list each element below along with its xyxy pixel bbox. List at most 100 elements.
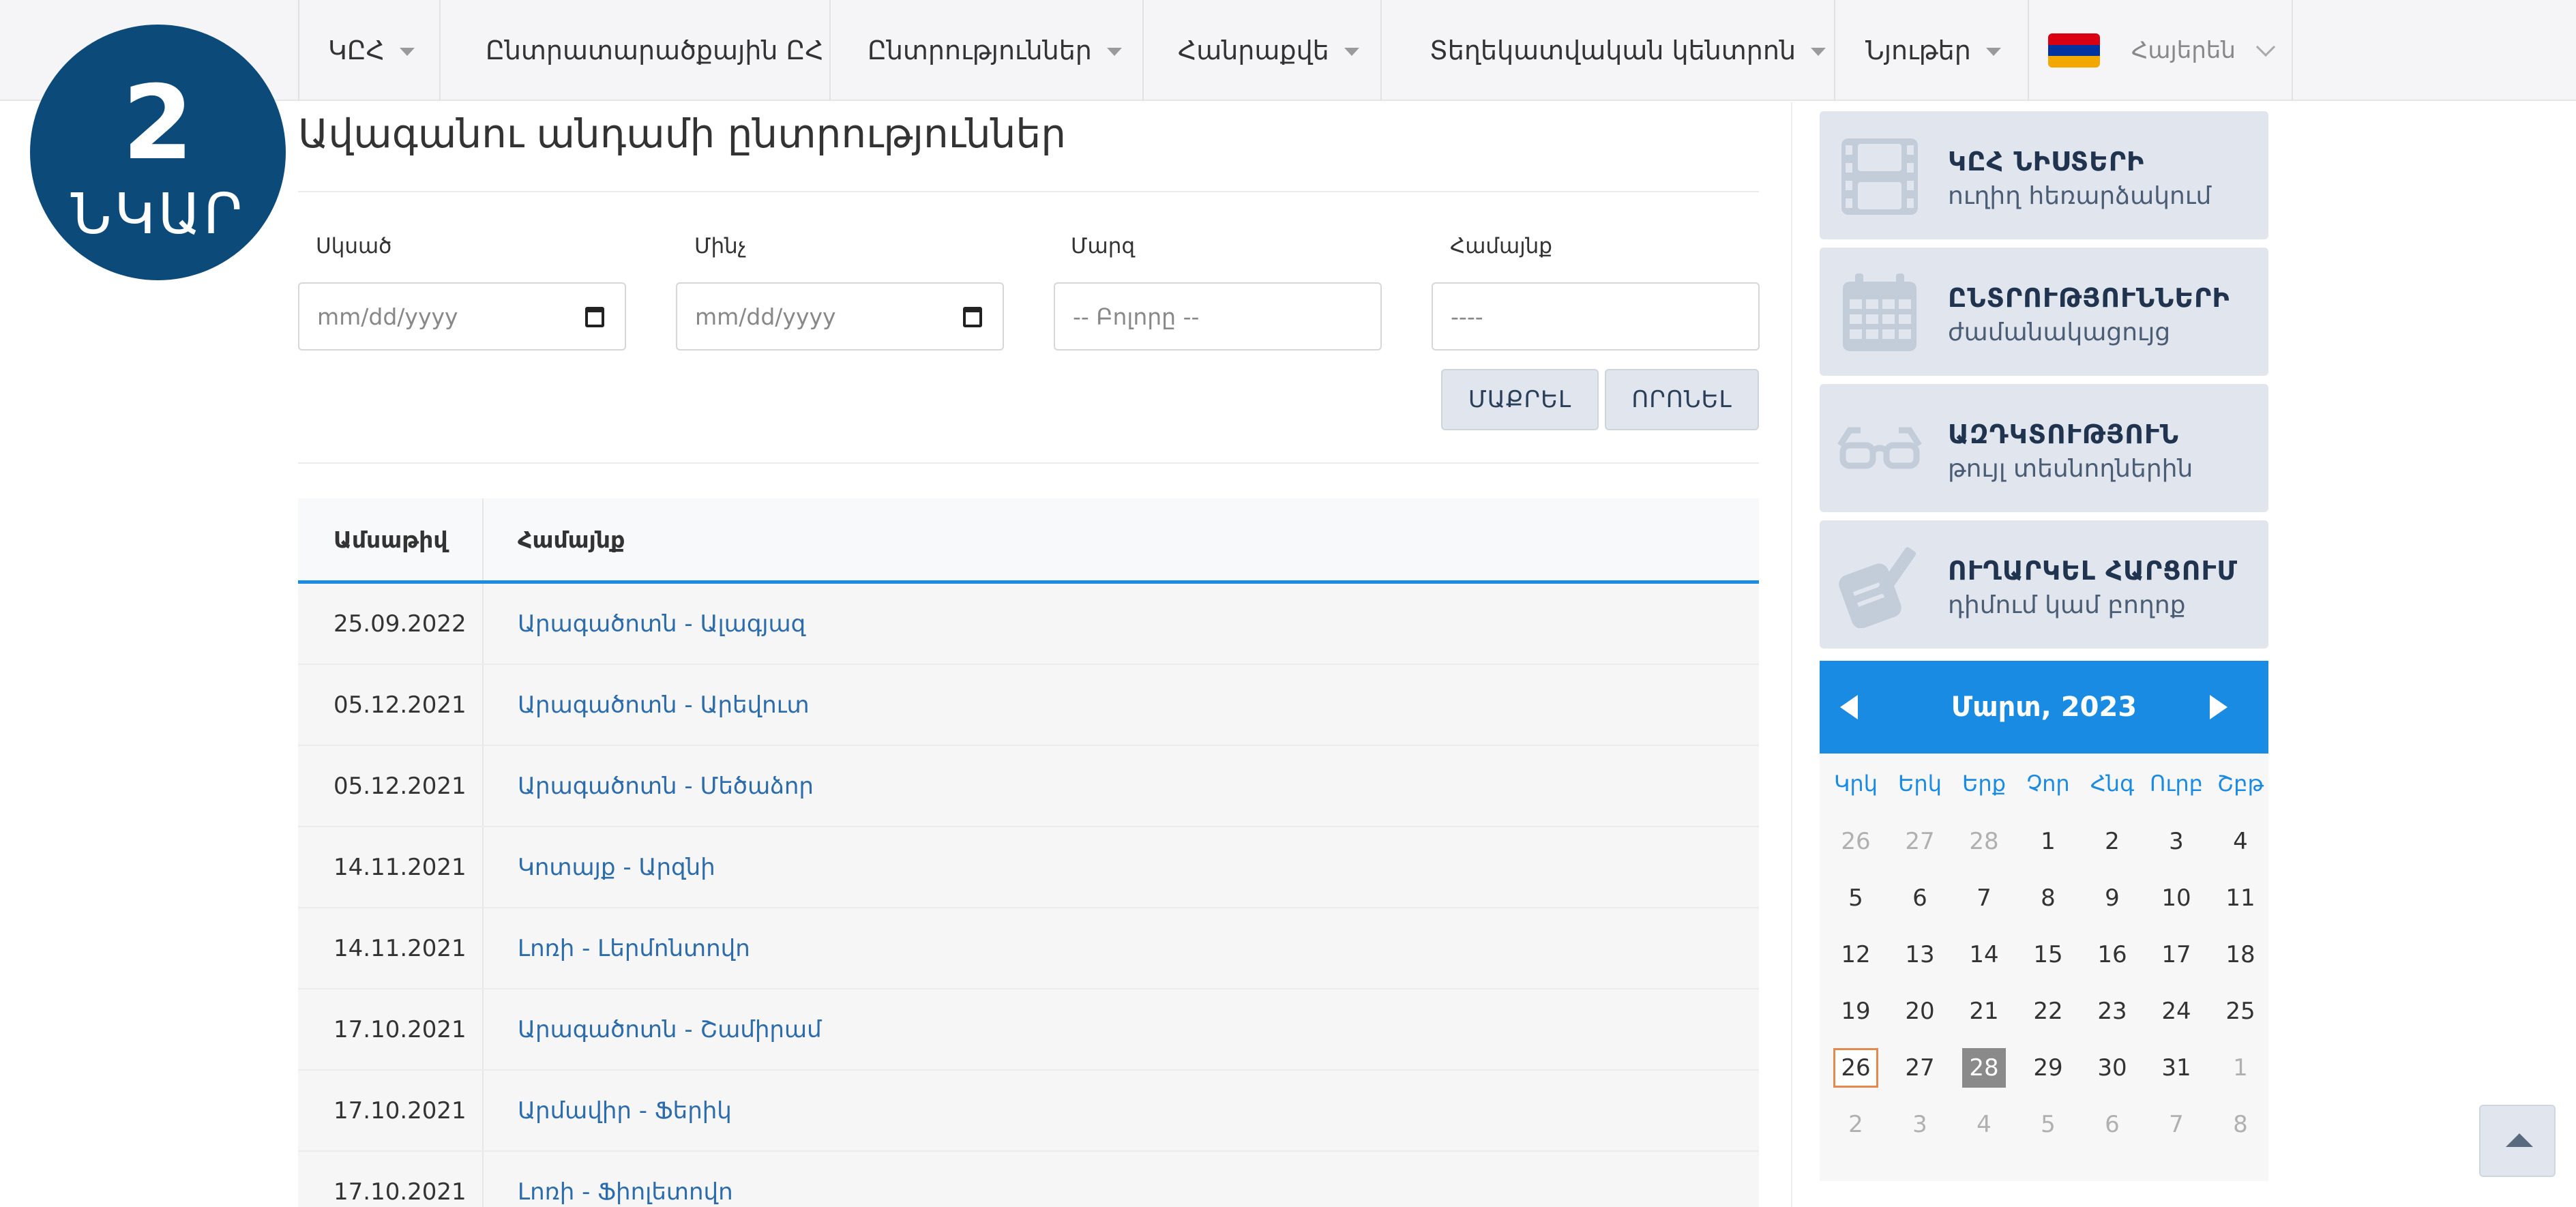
calendar-day[interactable]: 5 (1824, 869, 1888, 926)
calendar-day[interactable]: 10 (2144, 869, 2208, 926)
calendar-day[interactable]: 27 (1888, 813, 1952, 869)
next-month-icon[interactable] (2210, 695, 2227, 719)
calendar-day-label: 31 (2161, 1054, 2191, 1082)
calendar-day[interactable]: 30 (2080, 1039, 2144, 1096)
calendar-day[interactable]: 26 (1824, 813, 1888, 869)
row-date: 14.11.2021 (298, 827, 484, 907)
calendar-day[interactable]: 1 (2208, 1039, 2272, 1096)
calendar-day[interactable]: 7 (2144, 1096, 2208, 1152)
row-community-link[interactable]: Արագածոտն - Շամիրամ (484, 989, 1759, 1069)
calendar-day[interactable]: 19 (1824, 983, 1888, 1039)
calendar-day-label: 7 (1977, 884, 1992, 912)
calendar-day[interactable]: 4 (2208, 813, 2272, 869)
calendar-day[interactable]: 5 (2016, 1096, 2080, 1152)
calendar-day[interactable]: 6 (1888, 869, 1952, 926)
row-community-link[interactable]: Արագածոտն - Արեվուտ (484, 665, 1759, 745)
calendar-day[interactable]: 26 (1824, 1039, 1888, 1096)
calendar-day[interactable]: 14 (1952, 926, 2016, 983)
sidebar-card-accessibility[interactable]: ԱԶԴԿՏՈՒԹՅՈՒՆ թույլ տեսնողներին (1820, 384, 2268, 512)
weekday-row: Կրկ Երկ Երք Չոր Հնգ Ուրբ Շբթ (1824, 754, 2272, 813)
calendar-day-label: 4 (2233, 827, 2248, 855)
calendar-day[interactable]: 1 (2016, 813, 2080, 869)
calendar-day[interactable]: 6 (2080, 1096, 2144, 1152)
weekday-label: Կրկ (1834, 771, 1878, 796)
calendar-day[interactable]: 27 (1888, 1039, 1952, 1096)
sidebar-card-send-request[interactable]: ՈՒՂԱՐԿԵԼ ՀԱՐՑՈՒՄ դիմում կամ բողոք (1820, 520, 2268, 649)
calendar-day[interactable]: 23 (2080, 983, 2144, 1039)
calendar-day[interactable]: 31 (2144, 1039, 2208, 1096)
calendar-day-label: 8 (2041, 884, 2056, 912)
calendar-day[interactable]: 2 (1824, 1096, 1888, 1152)
scroll-to-top-button[interactable] (2479, 1105, 2556, 1177)
card-title: ԱԶԴԿՏՈՒԹՅՈՒՆ (1948, 419, 2180, 449)
sidebar-card-live-sessions[interactable]: ԿԸՀ ՆԻՍՏԵՐԻ ուղիղ հեռարձակում (1820, 111, 2268, 239)
row-community-link[interactable]: Արագածոտն - Ալագյազ (484, 584, 1759, 664)
row-community-link[interactable]: Լոռի - Լերմոնտովո (484, 908, 1759, 988)
prev-month-icon[interactable] (1840, 695, 1858, 719)
from-date-input[interactable]: mm/dd/yyyy (298, 282, 626, 351)
calendar-day-label: 21 (1969, 997, 1999, 1025)
row-community-link[interactable]: Արմավիր - Ֆերիկ (484, 1071, 1759, 1150)
nav-item-elections[interactable]: Ընտրություններ (831, 0, 1144, 101)
calendar-day-label: 22 (2033, 997, 2063, 1025)
calendar-icon[interactable] (585, 307, 604, 327)
calendar-day[interactable]: 24 (2144, 983, 2208, 1039)
language-label: Հայերեն (2131, 37, 2236, 64)
main-nav: ԿԸՀ Ընտրատարածքային ԸՀ Ընտրություններ Հա… (298, 0, 2293, 101)
calendar-day[interactable]: 3 (1888, 1096, 1952, 1152)
nav-item-district-commissions[interactable]: Ընտրատարածքային ԸՀ (441, 0, 831, 101)
nav-item-materials[interactable]: Նյութեր (1835, 0, 2029, 101)
calendar-day[interactable]: 12 (1824, 926, 1888, 983)
sidebar-card-election-schedule[interactable]: ԸՆՏՐՈՒԹՅՈՒՆՆԵՐԻ ժամանակացույց (1820, 248, 2268, 376)
column-header-community[interactable]: Համայնք (484, 498, 1759, 580)
row-community-link[interactable]: Կոտայք - Արզնի (484, 827, 1759, 907)
language-selector[interactable]: Հայերեն (2029, 0, 2293, 101)
clear-button[interactable]: ՄԱՔՐԵԼ (1441, 369, 1599, 430)
calendar-icon[interactable] (963, 307, 982, 327)
calendar-day[interactable]: 17 (2144, 926, 2208, 983)
calendar-day-label: 18 (2225, 940, 2255, 968)
calendar-day[interactable]: 22 (2016, 983, 2080, 1039)
calendar-day-label: 27 (1905, 827, 1935, 855)
calendar-grid: Կրկ Երկ Երք Չոր Հնգ Ուրբ Շբթ 26 27 28 1 2 3 4 5 6 7 8 9 10 1… (1824, 754, 2272, 1152)
calendar-day[interactable]: 8 (2208, 1096, 2272, 1152)
region-select[interactable]: -- Բոլորը -- (1054, 282, 1382, 351)
search-button[interactable]: ՈՐՈՆԵԼ (1605, 369, 1759, 430)
caret-down-icon (1985, 48, 2001, 56)
calendar-day[interactable]: 4 (1952, 1096, 2016, 1152)
nav-item-cec[interactable]: ԿԸՀ (299, 0, 441, 101)
calendar-day-label: 2 (2105, 827, 2120, 855)
calendar-day[interactable]: 21 (1952, 983, 2016, 1039)
calendar-day[interactable]: 2 (2080, 813, 2144, 869)
table-row: 17.10.2021 Արմավիր - Ֆերիկ (298, 1071, 1759, 1152)
calendar-day[interactable]: 20 (1888, 983, 1952, 1039)
nav-item-referendum[interactable]: Հանրաքվե (1144, 0, 1382, 101)
calendar-day[interactable]: 13 (1888, 926, 1952, 983)
calendar-week: 12 13 14 15 16 17 18 (1824, 926, 2272, 983)
glasses-icon (1837, 427, 1922, 469)
calendar-day[interactable]: 16 (2080, 926, 2144, 983)
table-row: 17.10.2021 Արագածոտն - Շամիրամ (298, 989, 1759, 1071)
to-date-input[interactable]: mm/dd/yyyy (676, 282, 1004, 351)
calendar-day-label: 13 (1905, 940, 1935, 968)
row-community-link[interactable]: Լոռի - Ֆիոլետովո (484, 1152, 1759, 1207)
calendar-day[interactable]: 28 (1952, 813, 2016, 869)
calendar-day[interactable]: 11 (2208, 869, 2272, 926)
calendar-day[interactable]: 25 (2208, 983, 2272, 1039)
armenia-flag-icon (2048, 33, 2100, 68)
calendar-day[interactable]: 28 (1952, 1039, 2016, 1096)
calendar-day[interactable]: 3 (2144, 813, 2208, 869)
calendar-day[interactable]: 8 (2016, 869, 2080, 926)
calendar-day[interactable]: 29 (2016, 1039, 2080, 1096)
column-header-date[interactable]: Ամսաթիվ (298, 498, 484, 580)
calendar-day-label: 14 (1969, 940, 1999, 968)
calendar-day-label: 20 (1905, 997, 1935, 1025)
nav-item-info-center[interactable]: Տեղեկատվական կենտրոն (1382, 0, 1835, 101)
community-select[interactable]: ---- (1432, 282, 1760, 351)
calendar-day[interactable]: 15 (2016, 926, 2080, 983)
caret-down-icon (1811, 48, 1826, 56)
calendar-day[interactable]: 7 (1952, 869, 2016, 926)
calendar-day[interactable]: 18 (2208, 926, 2272, 983)
row-community-link[interactable]: Արագածոտն - Մեծաձոր (484, 746, 1759, 826)
calendar-day[interactable]: 9 (2080, 869, 2144, 926)
